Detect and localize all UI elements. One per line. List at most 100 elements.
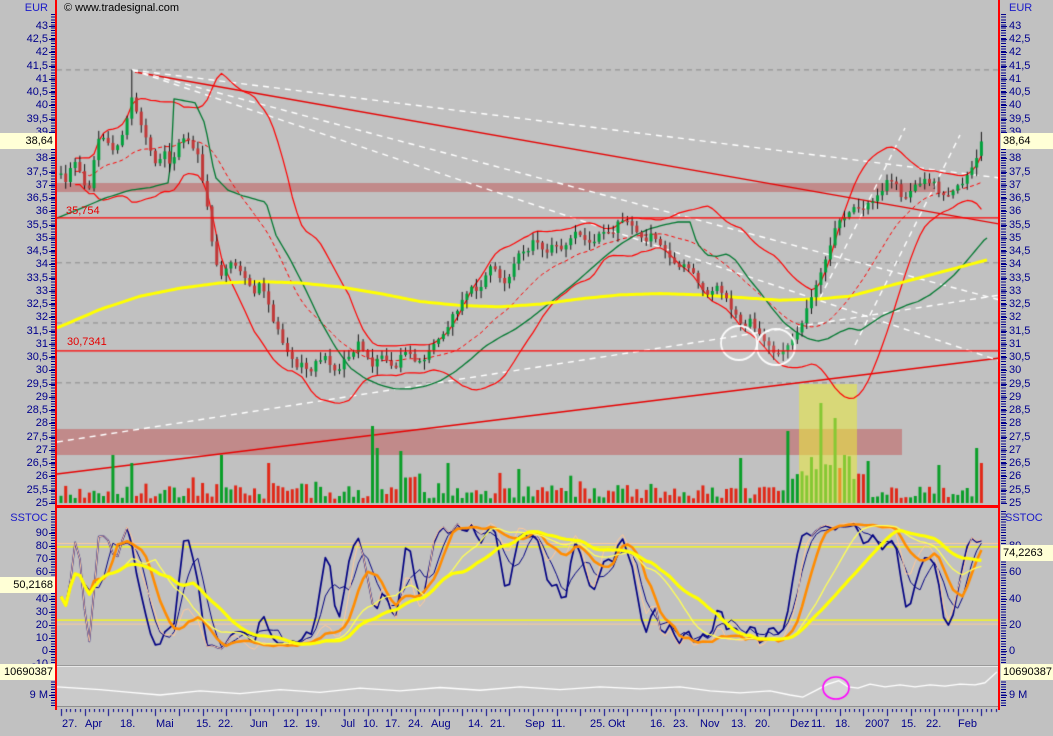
price-tick-label-right: 40,5 <box>1009 86 1030 98</box>
price-tick-label-right: 31,5 <box>1009 325 1030 337</box>
axis-major-tick <box>1001 238 1007 239</box>
price-tick-label-left: 28 <box>0 417 48 429</box>
time-axis-label: Jul <box>341 718 355 730</box>
price-tick-label-right: 34 <box>1009 258 1021 270</box>
sstoc-tick-label-right: 0 <box>1009 645 1015 657</box>
axis-major-tick <box>1001 291 1007 292</box>
time-axis-label: 14. <box>468 718 483 730</box>
price-tick-label-left: 26 <box>0 470 48 482</box>
volume-value-badge-left: 10690387 <box>0 664 55 680</box>
price-tick-label-left: 28,5 <box>0 404 48 416</box>
axis-major-tick <box>1001 26 1007 27</box>
price-tick-label-right: 26,5 <box>1009 457 1030 469</box>
sstoc-panel-label-right: SSTOC <box>1005 512 1043 524</box>
price-tick-label-right: 33 <box>1009 285 1021 297</box>
price-tick-label-left: 36 <box>0 205 48 217</box>
time-axis-label: Apr <box>85 718 102 730</box>
price-tick-label-left: 42 <box>0 46 48 58</box>
sstoc-tick-label-left: 0 <box>0 645 48 657</box>
axis-major-tick <box>1001 225 1007 226</box>
price-tick-label-right: 29 <box>1009 391 1021 403</box>
sstoc-tick-label-right: 60 <box>1009 566 1021 578</box>
price-tick-label-left: 41 <box>0 73 48 85</box>
sstoc-axis-minor-ticks-right[interactable] <box>1001 511 1006 663</box>
axis-major-tick <box>1001 264 1007 265</box>
sstoc-tick-label-left: 40 <box>0 593 48 605</box>
sstoc-panel-divider <box>57 665 1000 666</box>
price-tick-label-right: 36,5 <box>1009 192 1030 204</box>
price-tick-label-left: 26,5 <box>0 457 48 469</box>
axis-major-tick <box>1001 384 1007 385</box>
price-tick-label-left: 40,5 <box>0 86 48 98</box>
time-axis-label: 11. <box>811 718 825 730</box>
time-axis-label: 24. <box>408 718 423 730</box>
time-axis-label: 17. <box>385 718 400 730</box>
price-tick-label-left: 34,5 <box>0 245 48 257</box>
time-axis-label: 13. <box>731 718 746 730</box>
axis-major-tick <box>1001 370 1007 371</box>
volume-value-badge-right: 10690387 <box>1001 664 1053 680</box>
axis-major-tick <box>1001 172 1007 173</box>
axis-major-tick <box>1001 278 1007 279</box>
price-tick-label-left: 29 <box>0 391 48 403</box>
price-axis-unit-left: EUR <box>0 2 48 14</box>
left-axis-frame <box>55 0 57 710</box>
price-tick-label-right: 28,5 <box>1009 404 1030 416</box>
time-axis-label: 15. <box>196 718 211 730</box>
axis-major-tick <box>1001 572 1007 573</box>
time-axis-label: 18. <box>120 718 135 730</box>
price-tick-label-right: 40 <box>1009 99 1021 111</box>
price-tick-label-right: 35,5 <box>1009 219 1030 231</box>
time-axis-label: 21. <box>490 718 505 730</box>
time-axis-label: 20. <box>755 718 770 730</box>
time-axis-label: 27. <box>62 718 77 730</box>
price-tick-label-right: 32,5 <box>1009 298 1030 310</box>
time-axis-label: 15. <box>901 718 916 730</box>
price-tick-label-left: 31,5 <box>0 325 48 337</box>
price-tick-label-left: 37 <box>0 179 48 191</box>
price-tick-label-left: 27 <box>0 444 48 456</box>
axis-major-tick <box>1001 211 1007 212</box>
axis-major-tick <box>1001 198 1007 199</box>
volume-chart-canvas[interactable] <box>57 667 1000 706</box>
axis-major-tick <box>1001 344 1007 345</box>
axis-major-tick <box>1001 317 1007 318</box>
price-tick-label-right: 37 <box>1009 179 1021 191</box>
price-tick-label-right: 41,5 <box>1009 60 1030 72</box>
axis-major-tick <box>1001 476 1007 477</box>
price-axis-minor-ticks-right[interactable] <box>1001 14 1006 503</box>
volume-tick-label-left: 9 M <box>0 689 48 701</box>
axis-major-tick <box>1001 450 1007 451</box>
axis-major-tick <box>1001 599 1007 600</box>
price-chart-canvas[interactable] <box>57 14 1000 505</box>
price-tick-label-right: 32 <box>1009 311 1021 323</box>
axis-major-tick <box>1001 625 1007 626</box>
price-tick-label-left: 29,5 <box>0 378 48 390</box>
time-axis-label: 19. <box>305 718 320 730</box>
time-axis-ticks <box>57 709 1000 717</box>
price-tick-label-left: 32 <box>0 311 48 323</box>
axis-major-tick <box>1001 52 1007 53</box>
axis-major-tick <box>1001 695 1007 696</box>
price-tick-label-left: 25,5 <box>0 484 48 496</box>
price-tick-label-right: 41 <box>1009 73 1021 85</box>
axis-major-tick <box>1001 92 1007 93</box>
price-axis-unit-right: EUR <box>1009 2 1032 14</box>
price-tick-label-left: 43 <box>0 20 48 32</box>
time-axis-label: 2007 <box>865 718 889 730</box>
sstoc-chart-canvas[interactable] <box>57 511 1000 665</box>
trading-chart-window: EUR © www.tradesignal.com EUR SSTOC SSTO… <box>0 0 1053 736</box>
axis-major-tick <box>1001 79 1007 80</box>
price-tick-label-right: 31 <box>1009 338 1021 350</box>
price-tick-label-left: 40 <box>0 99 48 111</box>
axis-major-tick <box>1001 490 1007 491</box>
price-tick-label-right: 27,5 <box>1009 431 1030 443</box>
sstoc-tick-label-left: 20 <box>0 619 48 631</box>
axis-major-tick <box>1001 185 1007 186</box>
price-tick-label-right: 30,5 <box>1009 351 1030 363</box>
time-axis-label: Mai <box>156 718 174 730</box>
sstoc-value-badge-left: 50,2168 <box>0 577 55 593</box>
time-axis-label: Sep <box>525 718 545 730</box>
axis-major-tick <box>1001 251 1007 252</box>
axis-major-tick <box>1001 304 1007 305</box>
